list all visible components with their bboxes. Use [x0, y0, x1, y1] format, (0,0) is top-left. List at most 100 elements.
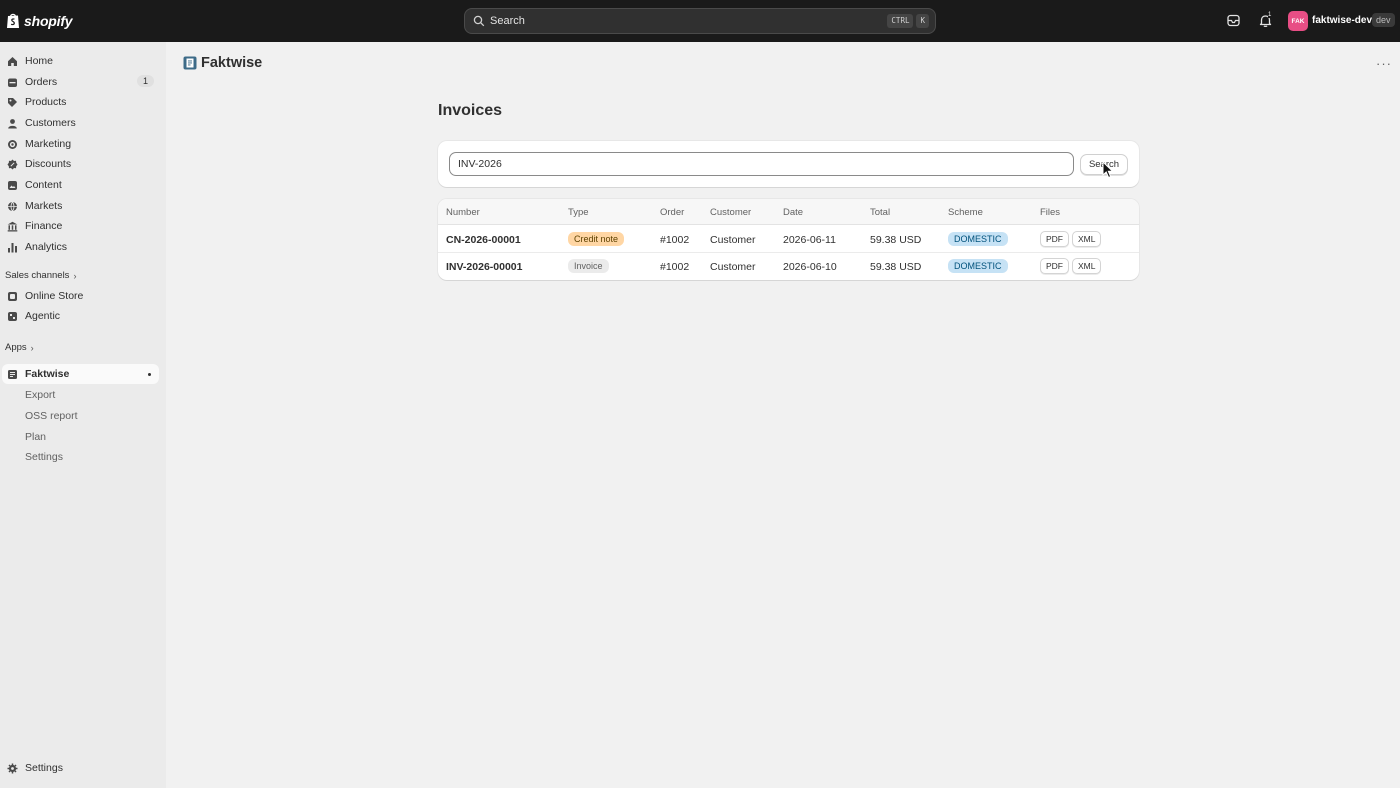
column-header-customer: Customer: [710, 207, 752, 218]
sidebar-item-faktwise[interactable]: Faktwise: [2, 364, 159, 384]
pdf-download-button[interactable]: PDF: [1040, 231, 1069, 247]
person-icon: [8, 118, 17, 128]
tag-icon: [8, 97, 17, 107]
invoice-number[interactable]: CN-2026-00001: [446, 234, 521, 246]
sidebar-item-label: Discounts: [25, 158, 72, 170]
shopify-logo[interactable]: shopify: [6, 12, 73, 29]
sidebar-item-label: Products: [25, 96, 67, 108]
sidebar-item-label: Customers: [25, 117, 76, 129]
sidebar-item-label: Orders: [25, 76, 58, 88]
gear-icon: [7, 763, 18, 773]
table-row[interactable]: CN-2026-00001 Credit note #1002 Customer…: [438, 226, 1139, 253]
table-row[interactable]: INV-2026-00001 Invoice #1002 Customer 20…: [438, 253, 1139, 280]
invoice-total: 59.38 USD: [870, 261, 922, 273]
sidebar-item-home[interactable]: Home: [0, 51, 160, 71]
xml-download-button[interactable]: XML: [1072, 258, 1102, 274]
sales-channels-label: Sales channels: [5, 270, 70, 281]
store-icon: [8, 291, 17, 301]
invoice-date: 2026-06-11: [783, 234, 836, 246]
sidebar-item-label: Faktwise: [25, 368, 70, 380]
global-search-label: Search: [490, 15, 525, 27]
app-title-bar: Faktwise: [183, 55, 262, 71]
type-badge: Credit note: [568, 232, 625, 246]
sidebar-item-label: Analytics: [25, 241, 68, 253]
column-header-date: Date: [783, 207, 804, 218]
discount-icon: [7, 159, 18, 169]
sidebar-subitem-plan[interactable]: Plan: [25, 431, 46, 443]
orders-count-badge: 1: [136, 75, 154, 87]
column-header-type: Type: [568, 207, 589, 218]
pin-dot-icon[interactable]: [148, 373, 151, 376]
sidebar-item-label: Content: [25, 179, 62, 191]
sidebar-item-label: Finance: [25, 220, 63, 232]
faktwise-app-icon: [183, 56, 197, 70]
chevron-right-icon: ›: [30, 342, 34, 353]
sidebar-subitem-export[interactable]: Export: [25, 389, 55, 401]
pdf-download-button[interactable]: PDF: [1040, 258, 1069, 274]
sidebar-subitem-oss-report[interactable]: OSS report: [25, 410, 78, 422]
top-bar: shopify Search CTRL K 1 FAK faktwise-dev…: [0, 0, 1400, 42]
search-icon: [473, 15, 485, 27]
search-shortcut: CTRL K: [887, 14, 929, 28]
sidebar-item-label: Home: [25, 55, 54, 67]
sidebar-item-online-store[interactable]: Online Store: [0, 286, 160, 306]
sidebar-item-marketing[interactable]: Marketing: [0, 134, 160, 154]
sidebar-item-discounts[interactable]: Discounts: [0, 154, 160, 174]
invoice-total: 59.38 USD: [870, 234, 922, 246]
app-title: Faktwise: [201, 55, 263, 71]
invoice-number[interactable]: INV-2026-00001: [446, 261, 522, 273]
store-avatar[interactable]: FAK: [1288, 11, 1308, 31]
global-search[interactable]: Search CTRL K: [464, 8, 936, 34]
inbox-icon[interactable]: [1226, 13, 1241, 28]
customer-name: Customer: [710, 234, 756, 246]
table-header: Number Type Order Customer Date Total Sc…: [438, 199, 1139, 225]
scheme-badge: DOMESTIC: [948, 259, 1008, 273]
sidebar-item-customers[interactable]: Customers: [0, 113, 160, 133]
sidebar-item-label: Agentic: [25, 310, 61, 322]
type-badge: Invoice: [568, 259, 609, 273]
sidebar-item-settings[interactable]: Settings: [0, 758, 160, 778]
home-icon: [8, 56, 17, 66]
customer-name: Customer: [710, 261, 756, 273]
shopify-bag-icon: [7, 13, 19, 28]
order-number: #1002: [660, 261, 690, 273]
notification-count: 1: [1268, 12, 1272, 18]
column-header-files: Files: [1040, 207, 1061, 218]
sidebar-item-orders[interactable]: Orders 1: [0, 72, 160, 92]
sidebar: Home Orders 1 Products Customers Marketi…: [0, 42, 166, 788]
agentic-icon: [8, 311, 17, 321]
globe-icon: [8, 201, 17, 211]
store-name[interactable]: faktwise-dev: [1312, 15, 1372, 26]
sidebar-item-products[interactable]: Products: [0, 92, 160, 112]
content-icon: [8, 180, 17, 190]
sidebar-item-analytics[interactable]: Analytics: [0, 237, 160, 257]
page-title: Invoices: [438, 102, 503, 119]
sidebar-item-markets[interactable]: Markets: [0, 196, 160, 216]
shortcut-k: K: [916, 14, 929, 28]
xml-download-button[interactable]: XML: [1072, 231, 1102, 247]
scheme-badge: DOMESTIC: [948, 232, 1008, 246]
invoice-search-input[interactable]: [449, 152, 1074, 176]
shortcut-ctrl: CTRL: [887, 14, 914, 28]
column-header-scheme: Scheme: [948, 207, 983, 218]
mouse-cursor-icon: [1102, 161, 1114, 179]
order-number: #1002: [660, 234, 690, 246]
apps-label: Apps: [5, 342, 27, 353]
store-tag: dev: [1372, 13, 1395, 27]
chevron-right-icon: ›: [73, 270, 77, 281]
more-actions-icon[interactable]: ···: [1376, 56, 1392, 71]
invoice-date: 2026-06-10: [783, 261, 837, 273]
column-header-total: Total: [870, 207, 891, 218]
sidebar-item-label: Markets: [25, 200, 63, 212]
faktwise-icon: [8, 369, 17, 379]
sidebar-item-agentic[interactable]: Agentic: [0, 306, 160, 326]
sidebar-item-label: Settings: [25, 762, 63, 774]
sidebar-item-label: Marketing: [25, 138, 72, 150]
sidebar-item-content[interactable]: Content: [0, 175, 160, 195]
shopify-wordmark: shopify: [24, 12, 73, 29]
sidebar-item-finance[interactable]: Finance: [0, 216, 160, 236]
chart-icon: [8, 242, 17, 252]
sidebar-subitem-settings[interactable]: Settings: [25, 451, 63, 463]
apps-section[interactable]: Apps ›: [5, 342, 34, 353]
sales-channels-section[interactable]: Sales channels ›: [5, 270, 76, 281]
